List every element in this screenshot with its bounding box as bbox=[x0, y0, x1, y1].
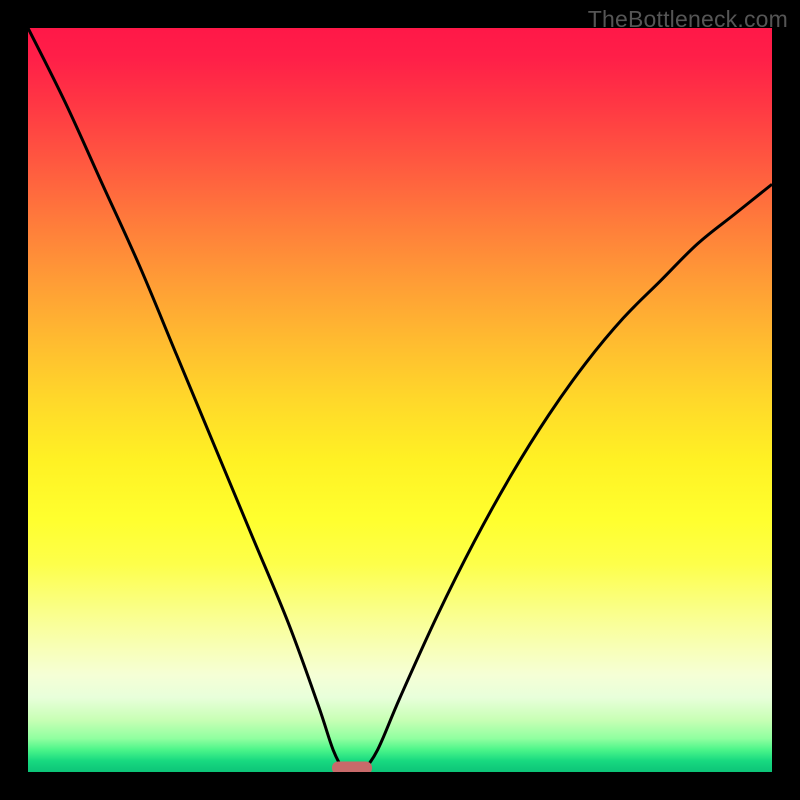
plot-area bbox=[28, 28, 772, 772]
right-branch-curve bbox=[363, 184, 772, 772]
minimum-marker bbox=[332, 761, 372, 772]
left-branch-curve bbox=[28, 28, 344, 772]
chart-container: TheBottleneck.com bbox=[0, 0, 800, 800]
watermark-label: TheBottleneck.com bbox=[588, 6, 788, 33]
curve-layer bbox=[28, 28, 772, 772]
